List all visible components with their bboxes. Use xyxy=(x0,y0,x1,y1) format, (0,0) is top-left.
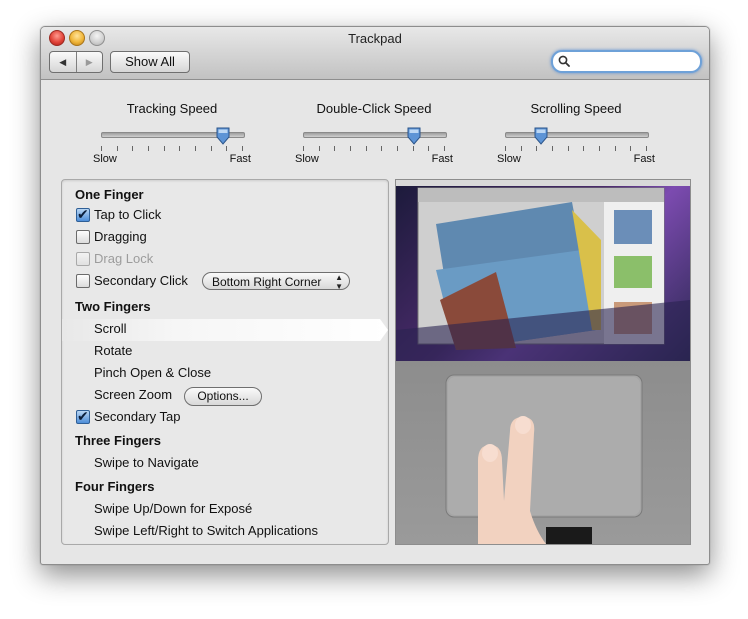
secondary-click-checkbox[interactable] xyxy=(76,274,90,288)
gesture-preview-screen xyxy=(395,179,691,363)
slider-tick xyxy=(179,146,180,151)
double-click-speed-thumb[interactable] xyxy=(407,127,421,145)
slider-tick xyxy=(521,146,522,151)
search-input[interactable] xyxy=(573,53,695,71)
slider-tick xyxy=(646,146,647,151)
slider-tick xyxy=(117,146,118,151)
slider-tick xyxy=(599,146,600,151)
two-fingers-heading: Two Fingers xyxy=(75,299,151,314)
scrolling-speed-track[interactable] xyxy=(505,132,649,138)
tracking-speed-thumb[interactable] xyxy=(216,127,230,145)
popup-arrows-icon: ▲ ▼ xyxy=(335,273,343,291)
slider-tick xyxy=(334,146,335,151)
back-button[interactable]: ◀ xyxy=(50,52,76,72)
fast-label: Fast xyxy=(633,153,655,165)
tracking-speed-control: Tracking Speed Slow Fast xyxy=(93,101,251,165)
slow-label: Slow xyxy=(295,153,319,165)
screen-zoom-row[interactable]: Screen Zoom Options... xyxy=(94,385,294,406)
slider-tick xyxy=(536,146,537,151)
search-field[interactable] xyxy=(551,50,702,73)
pinch-row[interactable]: Pinch Open & Close xyxy=(94,363,211,383)
slider-tick xyxy=(413,146,414,151)
drag-lock-checkbox xyxy=(76,252,90,266)
window-title: Trackpad xyxy=(348,31,402,46)
dragging-label: Dragging xyxy=(94,229,147,244)
rotate-row[interactable]: Rotate xyxy=(94,341,132,361)
fast-label: Fast xyxy=(229,153,251,165)
slider-tick xyxy=(397,146,398,151)
secondary-click-label: Secondary Click xyxy=(94,273,188,288)
screen-zoom-label: Screen Zoom xyxy=(94,387,173,402)
four-fingers-heading: Four Fingers xyxy=(75,479,155,494)
slider-tick xyxy=(303,146,304,151)
double-click-speed-control: Double-Click Speed Slow Fast xyxy=(295,101,453,165)
slider-tick xyxy=(505,146,506,151)
slider-tick xyxy=(101,146,102,151)
back-forward-control: ◀ ▶ xyxy=(49,51,103,73)
slider-tick xyxy=(444,146,445,151)
drag-lock-label: Drag Lock xyxy=(94,251,154,266)
double-click-speed-label: Double-Click Speed xyxy=(316,101,432,116)
slider-tick xyxy=(242,146,243,151)
tap-to-click-checkbox[interactable] xyxy=(76,204,90,224)
slider-tick xyxy=(366,146,367,151)
slider-tick xyxy=(164,146,165,151)
scrolling-speed-thumb[interactable] xyxy=(534,127,548,145)
double-click-speed-track[interactable] xyxy=(303,132,447,138)
forward-button[interactable]: ▶ xyxy=(75,52,103,72)
slow-label: Slow xyxy=(93,153,117,165)
gesture-preview-trackpad xyxy=(395,361,691,545)
preferences-window: Trackpad ◀ ▶ Show All Tracking Speed Slo… xyxy=(40,26,710,565)
slider-tick xyxy=(583,146,584,151)
one-finger-heading: One Finger xyxy=(75,187,144,202)
scrolling-speed-label: Scrolling Speed xyxy=(530,101,622,116)
titlebar: Trackpad ◀ ▶ Show All xyxy=(41,27,709,80)
secondary-tap-checkbox[interactable] xyxy=(76,406,90,426)
preview-trackpad-image xyxy=(445,374,643,544)
preview-screenshot-image xyxy=(396,180,690,362)
secondary-click-popup-value: Bottom Right Corner xyxy=(212,275,322,289)
tap-to-click-label: Tap to Click xyxy=(94,207,162,222)
slider-tick xyxy=(195,146,196,151)
show-all-button[interactable]: Show All xyxy=(110,51,190,73)
slider-tick xyxy=(381,146,382,151)
dragging-checkbox[interactable] xyxy=(76,230,90,244)
secondary-click-popup[interactable]: Bottom Right Corner ▲ ▼ xyxy=(202,272,350,291)
slider-tick xyxy=(568,146,569,151)
slider-tick xyxy=(428,146,429,151)
search-icon xyxy=(558,55,570,67)
slider-tick xyxy=(552,146,553,151)
slider-tick xyxy=(148,146,149,151)
swipe-switch-row[interactable]: Swipe Left/Right to Switch Applications xyxy=(94,521,318,541)
back-arrow-icon: ◀ xyxy=(59,56,67,67)
slow-label: Slow xyxy=(497,153,521,165)
forward-arrow-icon: ▶ xyxy=(85,56,93,67)
slider-ticks xyxy=(505,146,647,152)
fast-label: Fast xyxy=(431,153,453,165)
gesture-list: One Finger Tap to Click Dragging Drag Lo… xyxy=(61,179,389,545)
scrolling-speed-control: Scrolling Speed Slow Fast xyxy=(497,101,655,165)
slider-tick xyxy=(319,146,320,151)
swipe-expose-row[interactable]: Swipe Up/Down for Exposé xyxy=(94,499,252,519)
slider-tick xyxy=(630,146,631,151)
secondary-click-row[interactable]: Secondary Click Bottom Right Corner ▲ ▼ xyxy=(76,271,376,291)
slider-tick xyxy=(226,146,227,151)
tracking-speed-label: Tracking Speed xyxy=(126,101,218,116)
options-button[interactable]: Options... xyxy=(184,387,262,406)
three-fingers-heading: Three Fingers xyxy=(75,433,161,448)
slider-ticks xyxy=(303,146,445,152)
swipe-navigate-row[interactable]: Swipe to Navigate xyxy=(94,453,199,473)
secondary-tap-label: Secondary Tap xyxy=(94,409,181,424)
slider-tick xyxy=(211,146,212,151)
slider-tick xyxy=(132,146,133,151)
slider-tick xyxy=(615,146,616,151)
scroll-row[interactable]: Scroll xyxy=(94,319,127,339)
slider-tick xyxy=(350,146,351,151)
slider-ticks xyxy=(101,146,243,152)
